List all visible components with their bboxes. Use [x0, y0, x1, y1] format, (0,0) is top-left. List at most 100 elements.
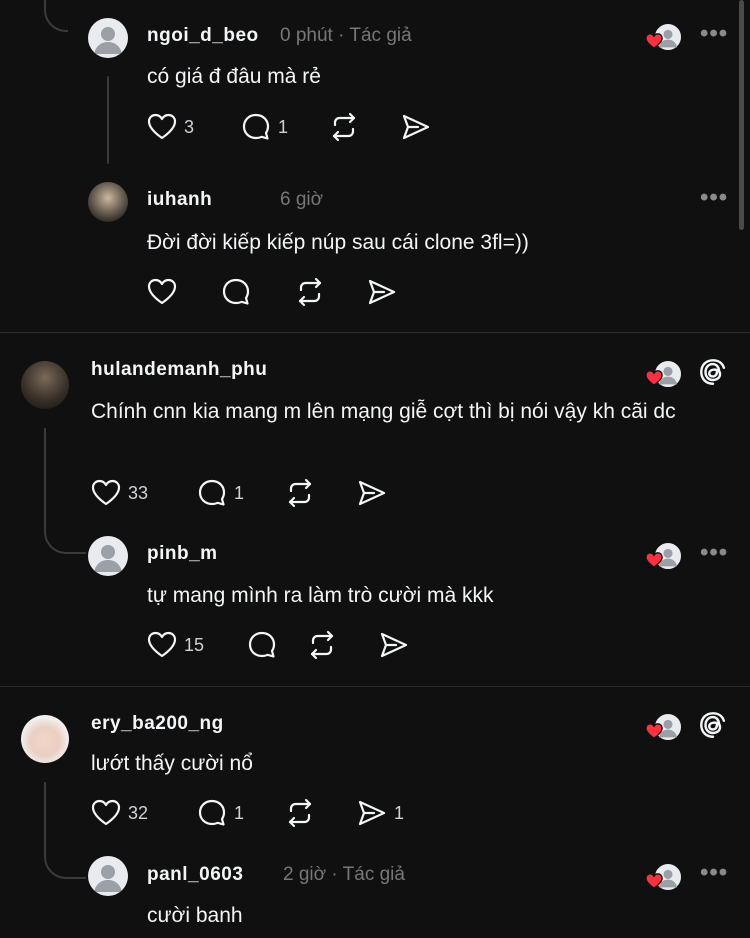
- share-button[interactable]: [366, 276, 398, 308]
- send-icon: [356, 797, 388, 829]
- like-button[interactable]: 32: [90, 797, 196, 829]
- share-button[interactable]: [378, 629, 410, 661]
- more-icon[interactable]: •••: [700, 539, 728, 567]
- avatar[interactable]: [88, 18, 128, 58]
- reply-button[interactable]: [246, 629, 306, 661]
- repost-icon: [306, 629, 338, 661]
- threads-logo-icon[interactable]: [698, 710, 728, 740]
- heart-icon: [645, 872, 663, 890]
- divider: [0, 332, 750, 333]
- author-liked-indicator: [643, 22, 683, 52]
- scrollbar[interactable]: [739, 0, 744, 230]
- comment-icon: [220, 276, 252, 308]
- repost-icon: [284, 797, 316, 829]
- timestamp: 6 giờ: [280, 189, 324, 210]
- like-count: 3: [184, 116, 195, 137]
- author-liked-indicator: [643, 712, 683, 742]
- comment-icon: [196, 477, 228, 509]
- repost-button[interactable]: [284, 797, 356, 829]
- reply-count: 1: [234, 802, 245, 823]
- avatar[interactable]: [21, 715, 69, 763]
- comment-icon: [196, 797, 228, 829]
- action-bar: 33 1: [90, 477, 388, 509]
- comment-text: lướt thấy cười nổ: [91, 752, 253, 775]
- username[interactable]: hulandemanh_phu: [91, 359, 267, 381]
- comment-text: Chính cnn kia mang m lên mạng giễ cợt th…: [91, 400, 676, 423]
- heart-icon: [146, 276, 178, 308]
- share-count: 1: [394, 802, 405, 823]
- heart-icon: [645, 551, 663, 569]
- more-icon[interactable]: •••: [700, 859, 728, 887]
- username[interactable]: panl_0603: [147, 864, 243, 886]
- action-bar: 32 1 1: [90, 797, 404, 829]
- like-button[interactable]: 33: [90, 477, 196, 509]
- author-badge: Tác giả: [349, 25, 412, 46]
- more-icon[interactable]: •••: [700, 20, 728, 48]
- repost-icon: [294, 276, 326, 308]
- repost-icon: [328, 111, 360, 143]
- reply-button[interactable]: 1: [240, 111, 328, 143]
- username[interactable]: pinb_m: [147, 543, 218, 565]
- like-button[interactable]: [146, 276, 220, 308]
- reply-button[interactable]: 1: [196, 477, 284, 509]
- avatar[interactable]: [88, 856, 128, 896]
- username[interactable]: ery_ba200_ng: [91, 713, 224, 735]
- send-icon: [366, 276, 398, 308]
- repost-button[interactable]: [284, 477, 356, 509]
- thread-connector: [44, 782, 86, 879]
- author-badge: Tác giả: [342, 864, 405, 885]
- comment-text: tự mang mình ra làm trò cười mà kkk: [147, 584, 494, 607]
- share-button[interactable]: [400, 111, 432, 143]
- username[interactable]: iuhanh: [147, 189, 212, 211]
- heart-icon: [645, 32, 663, 50]
- author-liked-indicator: [643, 359, 683, 389]
- heart-icon: [146, 629, 178, 661]
- heart-icon: [645, 722, 663, 740]
- repost-icon: [284, 477, 316, 509]
- action-bar: 3 1: [146, 111, 432, 143]
- send-icon: [378, 629, 410, 661]
- repost-button[interactable]: [294, 276, 366, 308]
- comment-meta: 0 phút · Tác giả: [280, 25, 412, 46]
- avatar[interactable]: [21, 361, 69, 409]
- like-count: 15: [184, 634, 205, 655]
- repost-button[interactable]: [306, 629, 378, 661]
- threads-logo-icon[interactable]: [698, 357, 728, 387]
- comment-text: Đời đời kiếp kiếp núp sau cái clone 3fl=…: [147, 231, 529, 254]
- author-liked-indicator: [643, 541, 683, 571]
- like-button[interactable]: 3: [146, 111, 240, 143]
- reply-count: 1: [278, 116, 289, 137]
- username[interactable]: ngoi_d_beo: [147, 25, 259, 47]
- heart-icon: [90, 477, 122, 509]
- avatar[interactable]: [88, 536, 128, 576]
- heart-icon: [90, 797, 122, 829]
- thread-connector: [44, 428, 86, 554]
- author-liked-indicator: [643, 862, 683, 892]
- like-button[interactable]: 15: [146, 629, 246, 661]
- comment-text: có giá đ đâu mà rẻ: [147, 65, 321, 88]
- heart-icon: [146, 111, 178, 143]
- thread-line: [107, 76, 109, 164]
- comment-text: cười banh: [147, 904, 243, 927]
- like-count: 33: [128, 482, 149, 503]
- timestamp: 0 phút: [280, 25, 333, 46]
- thread-connector: [44, 0, 68, 32]
- comment-meta: 2 giờ · Tác giả: [283, 864, 405, 885]
- like-count: 32: [128, 802, 149, 823]
- share-button[interactable]: [356, 477, 388, 509]
- timestamp: 2 giờ: [283, 864, 327, 885]
- more-icon[interactable]: •••: [700, 184, 728, 212]
- repost-button[interactable]: [328, 111, 400, 143]
- avatar[interactable]: [88, 182, 128, 222]
- action-bar: 15: [146, 629, 410, 661]
- divider: [0, 686, 750, 687]
- send-icon: [400, 111, 432, 143]
- heart-icon: [645, 369, 663, 387]
- send-icon: [356, 477, 388, 509]
- action-bar: [146, 276, 398, 308]
- reply-button[interactable]: 1: [196, 797, 284, 829]
- reply-count: 1: [234, 482, 245, 503]
- share-button[interactable]: 1: [356, 797, 404, 829]
- comment-icon: [240, 111, 272, 143]
- reply-button[interactable]: [220, 276, 294, 308]
